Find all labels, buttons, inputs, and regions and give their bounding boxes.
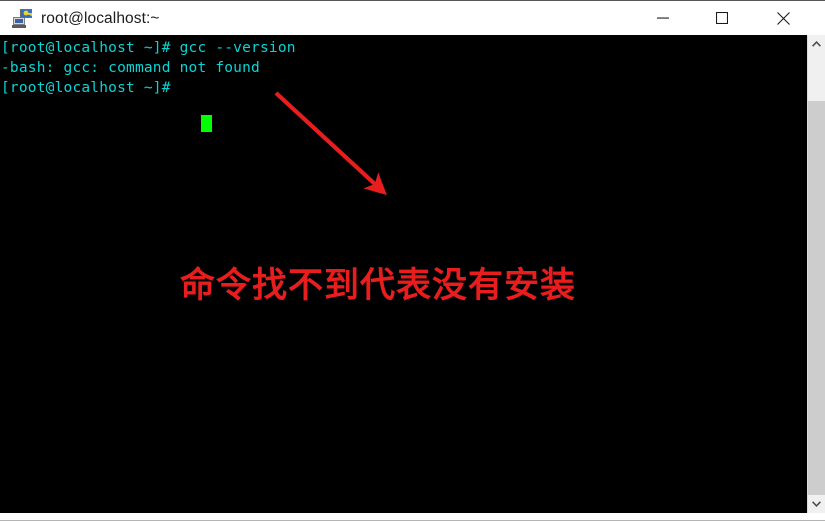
minimize-icon bbox=[656, 17, 669, 19]
scroll-up-button[interactable] bbox=[808, 35, 825, 53]
close-button[interactable] bbox=[760, 1, 807, 35]
chevron-down-icon bbox=[812, 501, 821, 507]
close-icon bbox=[777, 11, 790, 25]
window-titlebar[interactable]: root@localhost:~ bbox=[0, 0, 825, 35]
chevron-up-icon bbox=[812, 41, 821, 47]
minimize-button[interactable] bbox=[639, 1, 686, 35]
maximize-icon bbox=[715, 12, 728, 24]
terminal-output: [root@localhost ~]# gcc --version -bash:… bbox=[1, 40, 296, 96]
terminal-cursor bbox=[201, 115, 212, 132]
annotation-note: 命令找不到代表没有安装 bbox=[180, 266, 577, 306]
window-title: root@localhost:~ bbox=[41, 10, 160, 27]
scrollbar-thumb[interactable] bbox=[808, 101, 825, 496]
scroll-down-button[interactable] bbox=[808, 495, 825, 513]
maximize-button[interactable] bbox=[698, 1, 745, 35]
putty-terminal-icon bbox=[12, 8, 34, 29]
putty-terminal-window: root@localhost:~ [root@localhost ~]# gcc… bbox=[0, 0, 825, 521]
terminal-screen[interactable]: [root@localhost ~]# gcc --version -bash:… bbox=[0, 35, 807, 513]
window-bottom-border bbox=[0, 513, 825, 521]
vertical-scrollbar[interactable] bbox=[807, 35, 825, 513]
